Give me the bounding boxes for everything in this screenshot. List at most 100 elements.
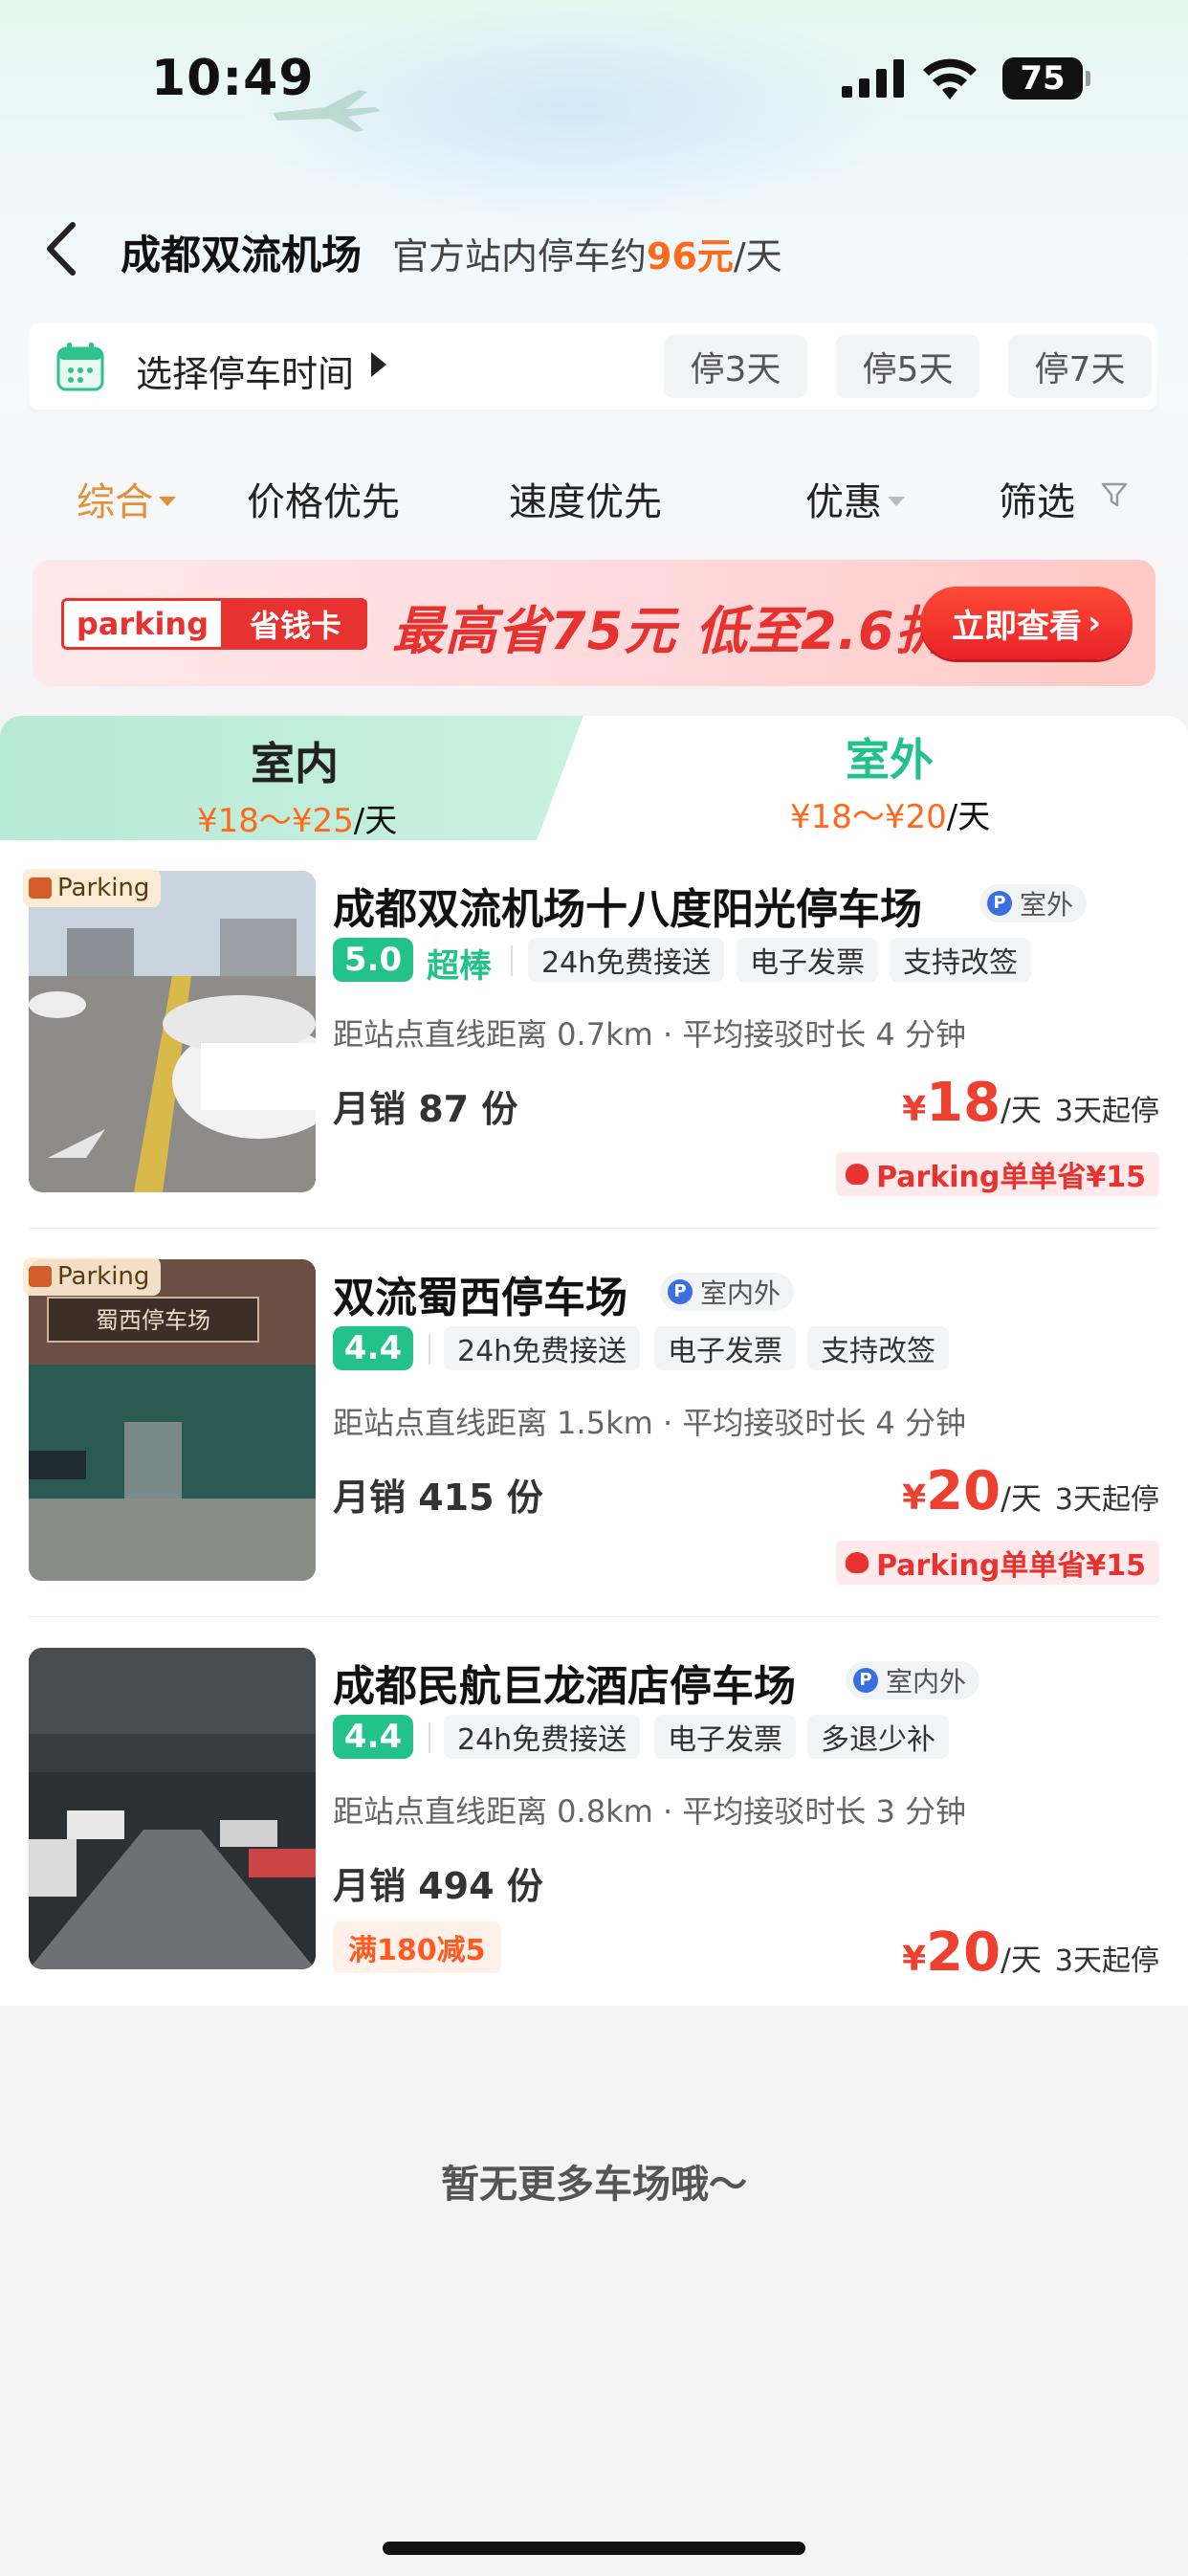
savings-label: Parking单单省¥15 — [876, 1549, 1146, 1583]
divider — [429, 1722, 430, 1753]
flower-icon — [846, 1164, 869, 1185]
banner-headline: 最高省75元 低至2.6折 — [392, 601, 948, 661]
monthly-sales: 月销 415 份 — [333, 1477, 543, 1519]
parking-savings-tag: Parking单单省¥15 — [836, 1152, 1159, 1196]
park-5-days-chip[interactable]: 停5天 — [836, 335, 979, 398]
parking-lot-card[interactable]: 蜀西停车场 Parking 双流蜀西停车场 P 室内外 4.4 24h免费接送 电… — [0, 1229, 1188, 1617]
banner-parking-tag: parking — [61, 598, 224, 650]
price-value: 18 — [926, 1072, 1001, 1134]
calendar-icon[interactable] — [55, 341, 105, 392]
parking-lot-name: 成都民航巨龙酒店停车场 — [333, 1662, 796, 1711]
page-title: 成都双流机场 — [121, 232, 363, 278]
parking-lot-photo: 蜀西停车场 — [29, 1259, 316, 1581]
park-3-days-chip[interactable]: 停3天 — [664, 335, 807, 398]
tab-indoor-range: ¥18～¥25 — [197, 802, 354, 840]
parking-p-icon: P — [987, 891, 1012, 916]
chevron-down-icon — [159, 497, 176, 506]
minimum-days: 3天起停 — [1054, 1095, 1159, 1128]
feature-chip: 多退少补 — [807, 1715, 949, 1759]
parking-lot-photo — [29, 871, 316, 1192]
official-price-unit: /天 — [733, 235, 782, 278]
sort-discount[interactable]: 优惠 — [805, 471, 905, 526]
flower-icon — [846, 1552, 869, 1573]
filter-funnel-icon[interactable] — [1100, 480, 1129, 509]
price-symbol: ¥ — [902, 1940, 927, 1979]
minimum-days: 3天起停 — [1054, 1944, 1159, 1978]
price-unit: /天 — [1001, 1092, 1042, 1128]
sort-discount-label: 优惠 — [805, 480, 882, 524]
parking-type-label: 室内外 — [700, 1277, 781, 1309]
airplane-icon — [273, 90, 381, 132]
filter-button[interactable]: 筛选 — [999, 471, 1075, 526]
parking-type-label: 室外 — [1020, 889, 1074, 921]
distance-info: 距站点直线距离 0.8km · 平均接驳时长 3 分钟 — [333, 1793, 966, 1830]
page-header: 成都双流机场 官方站内停车约96元/天 — [0, 206, 1188, 292]
rating-score: 4.4 — [333, 1326, 413, 1370]
feature-chip: 电子发票 — [654, 1715, 796, 1759]
promo-badge: 满180减5 — [333, 1921, 501, 1973]
divider — [511, 945, 513, 976]
price: ¥18/天 3天起停 — [902, 1072, 1159, 1134]
distance-info: 距站点直线距离 1.5km · 平均接驳时长 4 分钟 — [333, 1405, 966, 1441]
price-symbol: ¥ — [902, 1478, 927, 1518]
parking-lot-photo — [29, 1648, 316, 1969]
chevron-right-icon: › — [1087, 604, 1101, 642]
price-unit: /天 — [1001, 1480, 1042, 1517]
price-unit: /天 — [1001, 1942, 1042, 1978]
rating-score: 5.0 — [333, 938, 413, 982]
parking-p-icon: P — [853, 1668, 878, 1693]
tab-indoor-price: ¥18～¥25/天 — [197, 794, 397, 840]
savings-card-banner[interactable]: parking 省钱卡 最高省75元 低至2.6折 立即查看 › — [33, 560, 1155, 686]
parking-p-icon: P — [668, 1279, 693, 1304]
price: ¥20/天 3天起停 — [902, 1460, 1159, 1522]
crown-icon — [29, 1266, 52, 1287]
parking-badge: Parking — [23, 1257, 162, 1296]
parking-lot-name: 成都双流机场十八度阳光停车场 — [333, 885, 922, 934]
parking-type-badge: P 室外 — [979, 884, 1088, 922]
back-arrow-icon[interactable] — [38, 217, 86, 280]
parking-badge-label: Parking — [57, 1262, 150, 1291]
parking-lot-card[interactable]: Parking 成都双流机场十八度阳光停车场 P 室外 5.0 超棒 24h免费接… — [0, 840, 1188, 1229]
sort-comprehensive[interactable]: 综合 — [77, 471, 176, 526]
tab-indoor-unit: /天 — [353, 802, 398, 840]
minimum-days: 3天起停 — [1054, 1483, 1159, 1517]
price-value: 20 — [926, 1460, 1001, 1522]
parking-time-row: 选择停车时间 停3天 停5天 停7天 — [29, 323, 1157, 410]
sort-price-first[interactable]: 价格优先 — [247, 471, 400, 526]
parking-badge-label: Parking — [57, 874, 150, 902]
crown-icon — [29, 877, 52, 899]
sort-filter-bar: 综合 价格优先 速度优先 优惠 筛选 — [0, 450, 1188, 536]
feature-chip: 24h免费接送 — [528, 938, 725, 982]
parking-lot-card[interactable]: 成都民航巨龙酒店停车场 P 室内外 4.4 24h免费接送 电子发票 多退少补 距… — [0, 1617, 1188, 2006]
sort-comprehensive-label: 综合 — [77, 480, 153, 524]
sort-speed-first[interactable]: 速度优先 — [509, 471, 662, 526]
feature-chip: 电子发票 — [737, 938, 878, 982]
banner-view-now-button[interactable]: 立即查看 › — [920, 587, 1133, 659]
official-price-prefix: 官方站内停车约 — [392, 235, 648, 278]
select-parking-time[interactable]: 选择停车时间 — [136, 344, 354, 397]
tab-outdoor-range: ¥18～¥20 — [790, 798, 947, 836]
divider — [429, 1334, 430, 1365]
cellular-signal-icon — [842, 59, 904, 98]
feature-chip: 电子发票 — [654, 1326, 796, 1370]
tab-indoor-title[interactable]: 室内 — [251, 729, 339, 792]
savings-label: Parking单单省¥15 — [876, 1161, 1146, 1194]
tab-outdoor-title[interactable]: 室外 — [846, 725, 934, 788]
banner-button-label: 立即查看 — [951, 607, 1082, 646]
parking-savings-tag: Parking单单省¥15 — [836, 1541, 1159, 1585]
feature-chip: 支持改签 — [807, 1326, 949, 1370]
chevron-down-icon — [888, 497, 905, 506]
feature-chip: 24h免费接送 — [444, 1715, 641, 1759]
distance-info: 距站点直线距离 0.7km · 平均接驳时长 4 分钟 — [333, 1016, 966, 1053]
home-indicator[interactable] — [383, 2542, 805, 2555]
parking-type-label: 室内外 — [886, 1666, 967, 1698]
monthly-sales: 月销 494 份 — [333, 1865, 543, 1907]
no-more-lots-text: 暂无更多车场哦～ — [441, 2163, 747, 2207]
park-7-days-chip[interactable]: 停7天 — [1008, 335, 1152, 398]
parking-lot-name: 双流蜀西停车场 — [333, 1274, 627, 1322]
official-parking-price: 官方站内停车约96元/天 — [392, 227, 782, 279]
parking-type-badge: P 室内外 — [846, 1661, 980, 1699]
status-bar: 10:49 75 — [0, 0, 1188, 163]
price-symbol: ¥ — [902, 1090, 927, 1129]
rating-text: 超棒 — [427, 947, 492, 986]
